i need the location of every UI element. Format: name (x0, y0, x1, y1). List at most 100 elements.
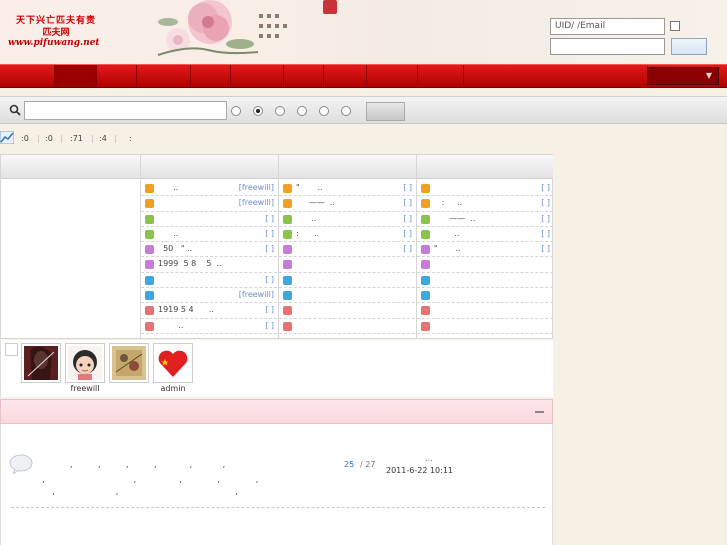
nav-item-8[interactable] (324, 65, 367, 87)
nav-item-10[interactable] (418, 65, 464, 87)
topic-row[interactable]: : .. [ ] (279, 227, 415, 243)
heart-flag-avatar[interactable] (153, 343, 193, 383)
topic-row[interactable]: : .. [ ] (417, 196, 553, 212)
search-scope-radio-5[interactable] (319, 106, 329, 116)
username-input[interactable]: UID/ /Email (550, 18, 665, 35)
topic-row[interactable] (417, 288, 553, 304)
topic-row[interactable]: .. [ ] (141, 319, 277, 334)
topic-row[interactable] (279, 303, 415, 319)
topic-row[interactable]: [ ] (141, 273, 277, 289)
topic-row[interactable] (279, 273, 415, 289)
search-scope-radio-3[interactable] (275, 106, 285, 116)
topic-title[interactable]: 1919 5 4 .. (158, 303, 214, 317)
topic-author-tag[interactable]: [ ] (403, 227, 412, 241)
topic-row[interactable]: " .. [ ] (417, 242, 553, 258)
topic-author-tag[interactable]: [ ] (265, 273, 274, 287)
topic-row[interactable]: [freewill] (141, 196, 277, 212)
topic-row[interactable]: [ ] (417, 181, 553, 197)
nav-item-1[interactable] (0, 65, 55, 87)
topic-row[interactable]: .. [freewill] (141, 181, 277, 197)
topic-row[interactable] (417, 303, 553, 319)
avatar-username[interactable]: admin (143, 384, 203, 393)
topic-author-tag[interactable]: [ ] (403, 181, 412, 195)
topic-author-tag[interactable]: [ ] (403, 196, 412, 210)
topic-author-tag[interactable]: [ ] (403, 212, 412, 226)
cartoon-girl-avatar[interactable] (65, 343, 105, 383)
nav-item-9[interactable] (367, 65, 418, 87)
site-logo[interactable]: 天下兴亡匹夫有责 匹夫网 www.pifuwang.net (2, 13, 112, 53)
topic-row[interactable]: [ ] (141, 212, 277, 227)
nav-item-6[interactable] (231, 65, 284, 87)
search-scope-radio-1[interactable] (231, 106, 241, 116)
remember-me-checkbox[interactable] (670, 21, 680, 31)
search-button[interactable] (366, 102, 405, 121)
topic-author-tag[interactable]: [ ] (541, 181, 550, 195)
topic-row[interactable] (279, 288, 415, 304)
topic-row[interactable]: 50 " .. [ ] (141, 242, 277, 258)
search-icon[interactable] (9, 104, 21, 116)
topic-title[interactable]: .. (158, 319, 183, 333)
nav-dropdown[interactable]: ▼ (647, 67, 719, 85)
topic-row[interactable]: .. [ ] (279, 212, 415, 227)
nav-item-3[interactable] (97, 65, 137, 87)
topic-author-tag[interactable]: [freewill] (239, 196, 274, 210)
topic-author-tag[interactable]: [ ] (541, 196, 550, 210)
topic-row[interactable] (417, 257, 553, 273)
topic-row[interactable]: —— .. [ ] (417, 212, 553, 227)
login-button[interactable] (671, 38, 707, 55)
topic-row[interactable]: 1999 5 8 5 .. (141, 257, 277, 273)
topic-row[interactable]: " .. [ ] (279, 181, 415, 197)
topic-row[interactable] (417, 273, 553, 289)
topic-title[interactable]: —— .. (434, 212, 475, 226)
topic-author-tag[interactable]: [ ] (541, 227, 550, 241)
topic-row[interactable]: .. [ ] (417, 227, 553, 243)
topic-title[interactable]: .. (434, 227, 459, 241)
author-ellipsis[interactable]: ... (425, 454, 433, 463)
topic-row[interactable]: .. [ ] (141, 227, 277, 243)
nav-item-5[interactable] (191, 65, 231, 87)
topic-title[interactable]: " .. (296, 181, 323, 195)
topic-author-tag[interactable]: [ ] (265, 212, 274, 226)
nav-item-4[interactable] (137, 65, 191, 87)
topic-author-tag[interactable]: [freewill] (239, 181, 274, 195)
search-scope-radio-2[interactable] (253, 106, 263, 116)
topic-title[interactable]: —— .. (296, 196, 335, 210)
avatar-username[interactable]: freewill (55, 384, 115, 393)
topic-author-tag[interactable]: [ ] (403, 242, 412, 256)
topic-row[interactable]: [freewill] (141, 288, 277, 304)
topic-title[interactable]: 50 " .. (158, 242, 192, 256)
topic-author-tag[interactable]: [ ] (265, 319, 274, 333)
topic-title[interactable]: .. (296, 212, 316, 226)
topic-row[interactable] (279, 257, 415, 273)
topic-title[interactable]: " .. (434, 242, 461, 256)
topic-author-tag[interactable]: [ ] (265, 242, 274, 256)
topic-row[interactable]: 1919 5 4 .. [ ] (141, 303, 277, 319)
topic-title[interactable]: : .. (296, 227, 319, 241)
reply-count[interactable]: 25 (344, 460, 354, 469)
search-scope-radio-4[interactable] (297, 106, 307, 116)
search-scope-radio-6[interactable] (341, 106, 351, 116)
topic-row[interactable]: [ ] (279, 242, 415, 258)
topic-title[interactable]: 1999 5 8 5 .. (158, 257, 222, 271)
topic-author-tag[interactable]: [ ] (541, 212, 550, 226)
topic-author-tag[interactable]: [ ] (541, 242, 550, 256)
nav-item-7[interactable] (284, 65, 324, 87)
topic-badge-icon (421, 321, 430, 331)
topic-row[interactable]: —— .. [ ] (279, 196, 415, 212)
column-header-2 (140, 155, 278, 179)
avatar-toggle-checkbox[interactable] (5, 343, 18, 356)
password-input[interactable] (550, 38, 665, 55)
topic-title[interactable]: .. (158, 181, 178, 195)
topic-author-tag[interactable]: [ ] (265, 303, 274, 317)
topic-author-tag[interactable]: [freewill] (239, 288, 274, 302)
collapse-minus-icon[interactable] (535, 411, 544, 413)
search-input[interactable] (24, 101, 227, 120)
topic-title[interactable]: : .. (434, 196, 463, 210)
nav-item-active[interactable] (55, 65, 97, 87)
topic-row[interactable] (417, 319, 553, 334)
portrait-avatar[interactable] (21, 343, 61, 383)
topic-title[interactable]: .. (158, 227, 178, 241)
topic-author-tag[interactable]: [ ] (265, 227, 274, 241)
topic-row[interactable] (279, 319, 415, 334)
painting-avatar[interactable] (109, 343, 149, 383)
